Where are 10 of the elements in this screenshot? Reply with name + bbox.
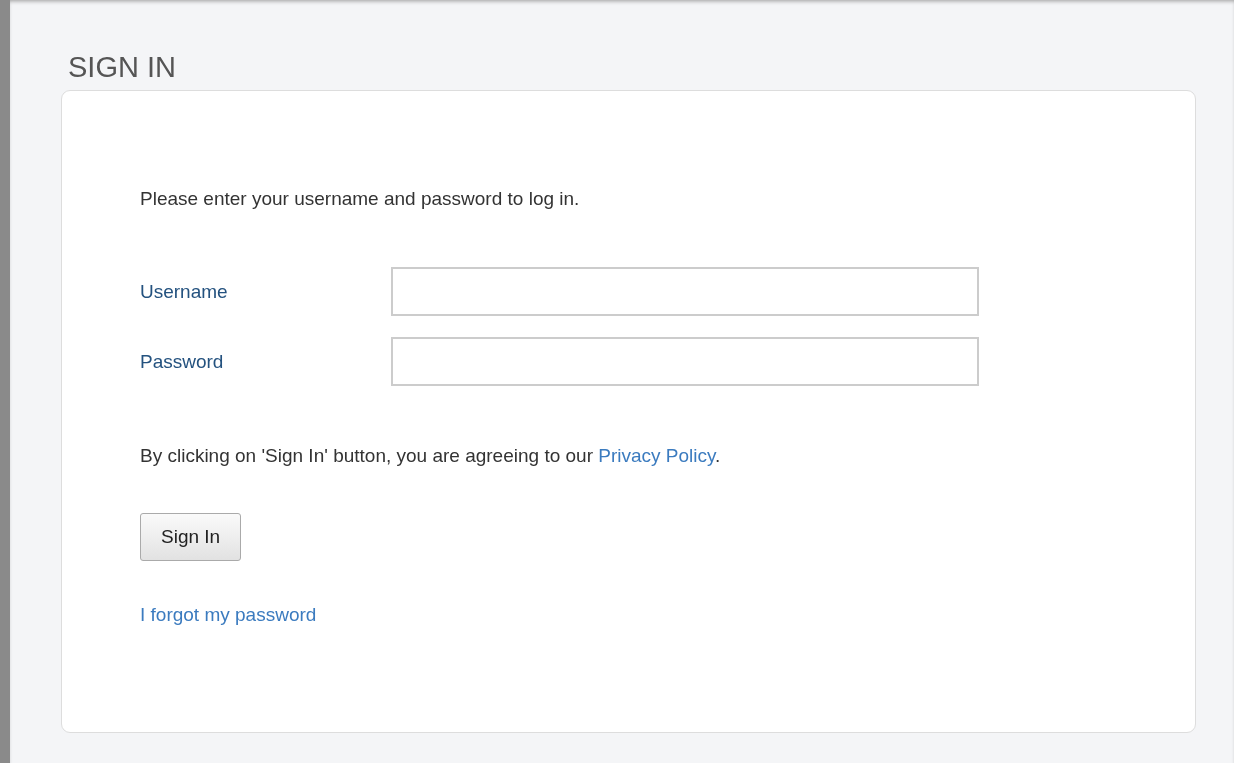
field-label: Username [140, 279, 229, 304]
agreement-text: By clicking on 'Sign In' button, you are agreeing to our Privacy Policy. [140, 444, 722, 469]
forgot-password-link[interactable]: I forgot my password [140, 601, 317, 630]
field-label: Password [140, 349, 225, 374]
sign-in-button[interactable]: Sign In [140, 512, 242, 562]
privacy-policy-link[interactable]: Privacy Policy [598, 445, 716, 467]
instruction-text: Please enter your username and password to log in. [140, 186, 581, 211]
input-field[interactable] [391, 267, 979, 317]
input-field[interactable] [391, 337, 979, 387]
page-title: SIGN IN [68, 52, 177, 84]
